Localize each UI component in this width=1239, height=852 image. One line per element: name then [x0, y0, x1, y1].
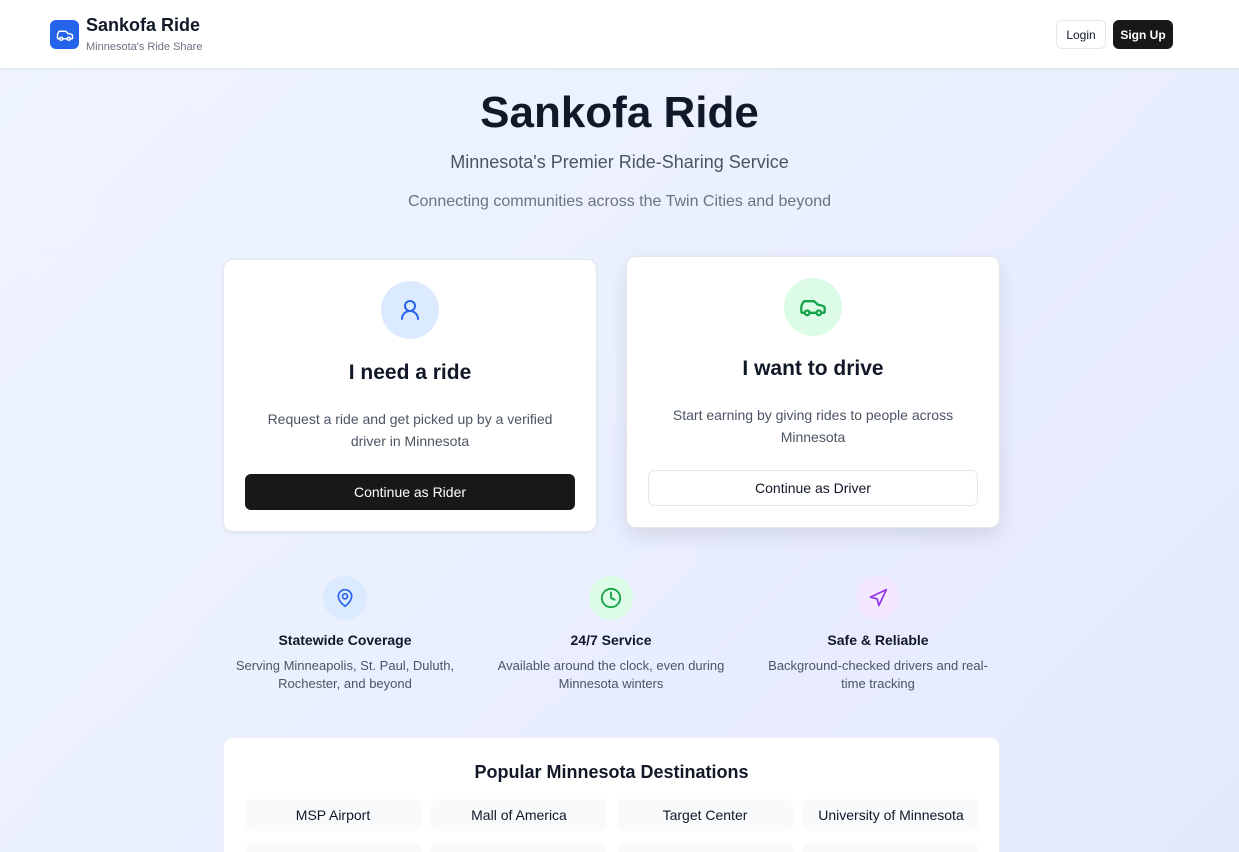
login-button[interactable]: Login	[1056, 20, 1106, 49]
destinations-title: Popular Minnesota Destinations	[474, 762, 749, 782]
destination-mall-of-america[interactable]: Mall of America	[431, 799, 607, 831]
car-icon	[56, 30, 73, 41]
feature-icon-circle	[856, 576, 900, 620]
brand-name: Sankofa Ride	[86, 15, 201, 35]
feature-icon-circle	[589, 576, 633, 620]
destination-msp-airport[interactable]: MSP Airport	[245, 799, 421, 831]
rider-icon-circle	[381, 281, 439, 339]
destination-placeholder[interactable]	[617, 843, 793, 852]
feature-description: Background-checked drivers and real-time…	[768, 658, 988, 691]
destinations-grid: MSP Airport Mall of America Target Cente…	[245, 799, 980, 852]
signup-button[interactable]: Sign Up	[1113, 20, 1173, 49]
continue-as-rider-button[interactable]: Continue as Rider	[245, 474, 575, 510]
feature-safe-reliable: Safe & Reliable Background-checked drive…	[758, 576, 998, 693]
user-icon	[401, 300, 419, 320]
rider-card-description: Request a ride and get picked up by a ve…	[267, 411, 553, 449]
feature-title: Statewide Coverage	[278, 632, 412, 648]
driver-card-title: I want to drive	[742, 357, 884, 380]
rider-card[interactable]: I need a ride Request a ride and get pic…	[223, 259, 597, 532]
destination-target-center[interactable]: Target Center	[617, 799, 793, 831]
feature-description: Available around the clock, even during …	[497, 658, 725, 691]
brand-logo[interactable]	[50, 20, 79, 49]
driver-card-description: Start earning by giving rides to people …	[672, 407, 954, 445]
destination-placeholder[interactable]	[431, 843, 607, 852]
top-navigation-bar: Sankofa Ride Minnesota's Ride Share Logi…	[0, 0, 1239, 69]
driver-icon-circle	[784, 278, 842, 336]
hero-subtitle: Minnesota's Premier Ride-Sharing Service	[450, 152, 789, 172]
continue-as-driver-button[interactable]: Continue as Driver	[648, 470, 978, 506]
hero-description: Connecting communities across the Twin C…	[407, 193, 832, 210]
hero-title: Sankofa Ride	[480, 88, 759, 137]
feature-24-7-service: 24/7 Service Available around the clock,…	[491, 576, 731, 693]
feature-statewide-coverage: Statewide Coverage Serving Minneapolis, …	[225, 576, 465, 693]
destination-placeholder[interactable]	[245, 843, 421, 852]
feature-description: Serving Minneapolis, St. Paul, Duluth, R…	[235, 658, 455, 691]
feature-title: 24/7 Service	[570, 632, 652, 648]
driver-card[interactable]: I want to drive Start earning by giving …	[626, 256, 1000, 528]
clock-icon	[600, 587, 622, 609]
destination-placeholder[interactable]	[803, 843, 979, 852]
popular-destinations-panel: Popular Minnesota Destinations MSP Airpo…	[223, 737, 1000, 852]
car-icon	[800, 300, 826, 317]
feature-title: Safe & Reliable	[827, 632, 929, 648]
navigation-icon	[869, 588, 888, 607]
feature-icon-circle	[323, 576, 367, 620]
brand-tagline: Minnesota's Ride Share	[86, 41, 203, 53]
map-pin-icon	[337, 588, 353, 608]
destination-university-of-minnesota[interactable]: University of Minnesota	[803, 799, 979, 831]
rider-card-title: I need a ride	[348, 361, 472, 384]
